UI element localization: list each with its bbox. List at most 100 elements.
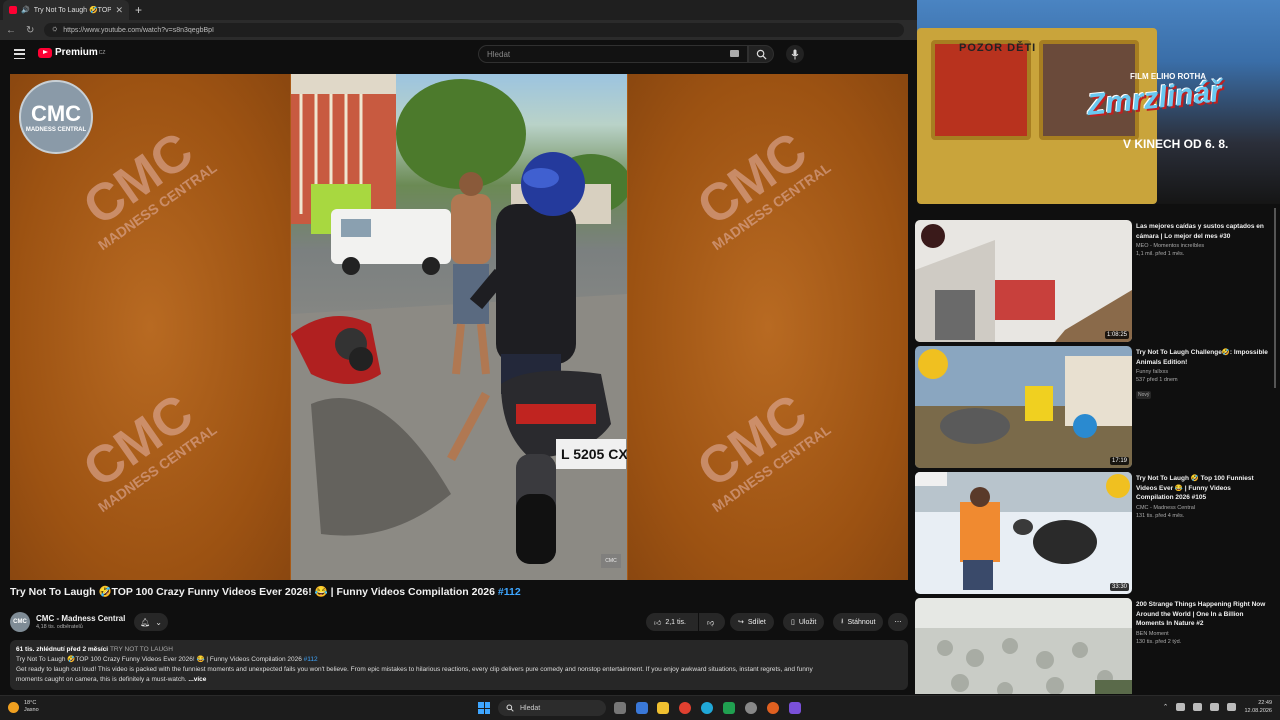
address-bar[interactable]: ⛭ https://www.youtube.com/watch?v=s8n3qe… xyxy=(44,23,905,37)
spreadsheet-icon[interactable] xyxy=(723,702,735,714)
close-tab-icon[interactable]: ✕ xyxy=(115,5,123,16)
recommendation-title[interactable]: Try Not To Laugh 🤣 Top 100 Funniest Vide… xyxy=(1136,474,1268,503)
video-title-hashtag[interactable]: #112 xyxy=(498,586,521,598)
channel-name[interactable]: CMC - Madness Central xyxy=(36,614,125,623)
share-button[interactable]: ↪ Sdílet xyxy=(730,613,774,631)
share-icon: ↪ xyxy=(738,619,744,626)
voice-search-button[interactable] xyxy=(786,45,804,63)
show-more-link[interactable]: ...více xyxy=(188,676,206,683)
channel-avatar[interactable]: CMC xyxy=(10,612,30,632)
description-meta: 61 tis. zhlédnutí před 2 měsíci TRY NOT … xyxy=(16,645,902,655)
wifi-icon[interactable] xyxy=(1193,703,1203,711)
save-label: Uložit xyxy=(798,618,817,626)
channel-row: CMC CMC - Madness Central 4,18 tis. odbě… xyxy=(10,612,908,634)
cloud-icon[interactable] xyxy=(1176,703,1186,711)
logo-text: Premium xyxy=(55,47,98,58)
recommendation-item[interactable]: 200 Strange Things Happening Right Now A… xyxy=(913,598,1275,694)
weather-widget[interactable]: 18°C Jasno xyxy=(8,700,39,714)
search-input[interactable]: Hledat xyxy=(478,45,748,63)
corner-badge: CMC xyxy=(601,554,621,568)
video-player[interactable]: CMC MADNESS CENTRAL CMC MADNESS CENTRAL CM… xyxy=(10,74,908,580)
chevron-down-icon: ⌄ xyxy=(155,617,162,627)
ad-date: V KINECH OD 6. 8. xyxy=(1123,137,1229,151)
description-box[interactable]: 61 tis. zhlédnutí před 2 měsíci TRY NOT … xyxy=(10,640,908,690)
description-hashtag[interactable]: TRY NOT TO LAUGH xyxy=(110,646,173,653)
notification-button[interactable]: 🔔︎ ⌄ xyxy=(134,613,168,631)
recommendation-item[interactable]: 33:30 Try Not To Laugh 🤣 Top 100 Funnies… xyxy=(913,472,1275,594)
ad-sign: POZOR DĚTI xyxy=(959,42,1037,54)
channel-watermark-logo[interactable]: CMC MADNESS CENTRAL xyxy=(19,80,93,154)
sidebar-scrollbar[interactable] xyxy=(1272,204,1278,694)
recommendation-info: 200 Strange Things Happening Right Now A… xyxy=(1136,600,1268,645)
download-label: Stáhnout xyxy=(847,618,876,626)
app-icon[interactable] xyxy=(636,702,648,714)
chevron-up-icon[interactable]: ⌃ xyxy=(1163,703,1169,711)
thumbs-up-icon: 👍︎ xyxy=(654,619,662,627)
task-view-icon[interactable] xyxy=(614,702,626,714)
clock-date: 12.08.2026 xyxy=(1244,708,1272,714)
recommendation-thumbnail[interactable]: 17:19 xyxy=(915,346,1132,468)
recommendation-channel[interactable]: BEN Moment xyxy=(1136,631,1268,637)
new-tab-button[interactable]: + xyxy=(135,3,142,17)
recommendation-item[interactable]: 1:08:25 Las mejores caídas y sustos capt… xyxy=(913,220,1275,342)
recommendation-channel[interactable]: MEO - Momentos increíbles xyxy=(1136,243,1268,249)
save-button[interactable]: ▯ Uložit xyxy=(783,613,825,631)
download-button[interactable]: ⭳ Stáhnout xyxy=(833,613,884,631)
share-label: Sdílet xyxy=(747,618,766,626)
recommendations-list: 1:08:25 Las mejores caídas y sustos capt… xyxy=(913,204,1280,694)
youtube-favicon-icon xyxy=(9,6,17,14)
search-button[interactable] xyxy=(748,45,774,63)
back-icon[interactable]: ← xyxy=(6,25,16,36)
browser-tab[interactable]: 🔊 Try Not To Laugh 🤣TOP 100 ✕ xyxy=(3,0,129,20)
recommendation-channel[interactable]: CMC - Madness Central xyxy=(1136,505,1268,511)
battery-icon[interactable] xyxy=(1227,703,1237,711)
file-explorer-icon[interactable] xyxy=(657,702,669,714)
dislike-button[interactable]: 👎︎ xyxy=(699,613,725,631)
video-title: Try Not To Laugh 🤣TOP 100 Crazy Funny Vi… xyxy=(10,585,900,598)
more-icon: ⋯ xyxy=(894,619,902,626)
volume-icon[interactable] xyxy=(1210,703,1220,711)
recommendation-title[interactable]: Las mejores caídas y sustos captados en … xyxy=(1136,222,1268,241)
scrollbar-thumb[interactable] xyxy=(1274,208,1276,388)
edge-icon[interactable] xyxy=(701,702,713,714)
taskbar: 18°C Jasno Hledat ⌃ 22:49 12.08.2026 xyxy=(0,695,1280,720)
more-actions-button[interactable]: ⋯ xyxy=(888,613,908,631)
recommendation-thumbnail[interactable] xyxy=(915,598,1132,694)
search-icon xyxy=(506,704,514,712)
clock-time: 22:49 xyxy=(1258,700,1272,706)
recommendation-title[interactable]: 200 Strange Things Happening Right Now A… xyxy=(1136,600,1268,629)
video-frame[interactable]: L 5205 CX CMC xyxy=(291,74,627,580)
keyboard-icon[interactable] xyxy=(730,50,739,57)
recommendation-item[interactable]: 17:19 Try Not To Laugh Challenge🤣: Impos… xyxy=(913,346,1275,468)
clock[interactable]: 22:49 12.08.2026 xyxy=(1244,699,1272,715)
recommendation-stats: 1,1 mil. před 1 měs. xyxy=(1136,251,1185,257)
video-title-text: Try Not To Laugh 🤣TOP 100 Crazy Funny Vi… xyxy=(10,586,495,598)
tab-title: Try Not To Laugh 🤣TOP 100 xyxy=(33,7,112,14)
ad-banner[interactable]: POZOR DĚTI FILM ELIHO ROTHA Zmrzlinář V … xyxy=(917,0,1280,204)
recommendation-thumbnail[interactable]: 1:08:25 xyxy=(915,220,1132,342)
system-tray: ⌃ 22:49 12.08.2026 xyxy=(1163,699,1272,715)
like-button[interactable]: 👍︎ 2,1 tis. xyxy=(646,613,698,631)
app-icon[interactable] xyxy=(789,702,801,714)
like-count: 2,1 tis. xyxy=(665,618,686,626)
taskbar-search[interactable]: Hledat xyxy=(498,700,606,716)
download-icon: ⭳ xyxy=(841,617,844,625)
ad-window xyxy=(931,40,1031,140)
firefox-icon[interactable] xyxy=(767,702,779,714)
settings-icon[interactable] xyxy=(745,702,757,714)
windows-start-icon[interactable] xyxy=(478,702,490,714)
recommendation-stats: 130 tis. před 2 týd. xyxy=(1136,638,1182,645)
menu-icon[interactable] xyxy=(14,49,25,59)
reload-icon[interactable]: ↻ xyxy=(26,25,34,36)
url-text: https://www.youtube.com/watch?v=s8n3qegb… xyxy=(63,26,214,34)
recommendation-title[interactable]: Try Not To Laugh Challenge🤣: Impossible … xyxy=(1136,348,1268,367)
chrome-icon[interactable] xyxy=(679,702,691,714)
recommendation-channel[interactable]: Funny fallxxs xyxy=(1136,369,1268,375)
site-info-icon[interactable]: ⛭ xyxy=(52,27,57,34)
bell-icon: 🔔︎ xyxy=(140,617,151,627)
youtube-logo[interactable]: Premium CZ xyxy=(38,47,105,58)
views-date: 61 tis. zhlédnutí před 2 měsíci xyxy=(16,646,109,653)
recommendation-thumbnail[interactable]: 33:30 xyxy=(915,472,1132,594)
description-tag[interactable]: #112 xyxy=(304,656,318,663)
logo-country: CZ xyxy=(98,49,106,56)
